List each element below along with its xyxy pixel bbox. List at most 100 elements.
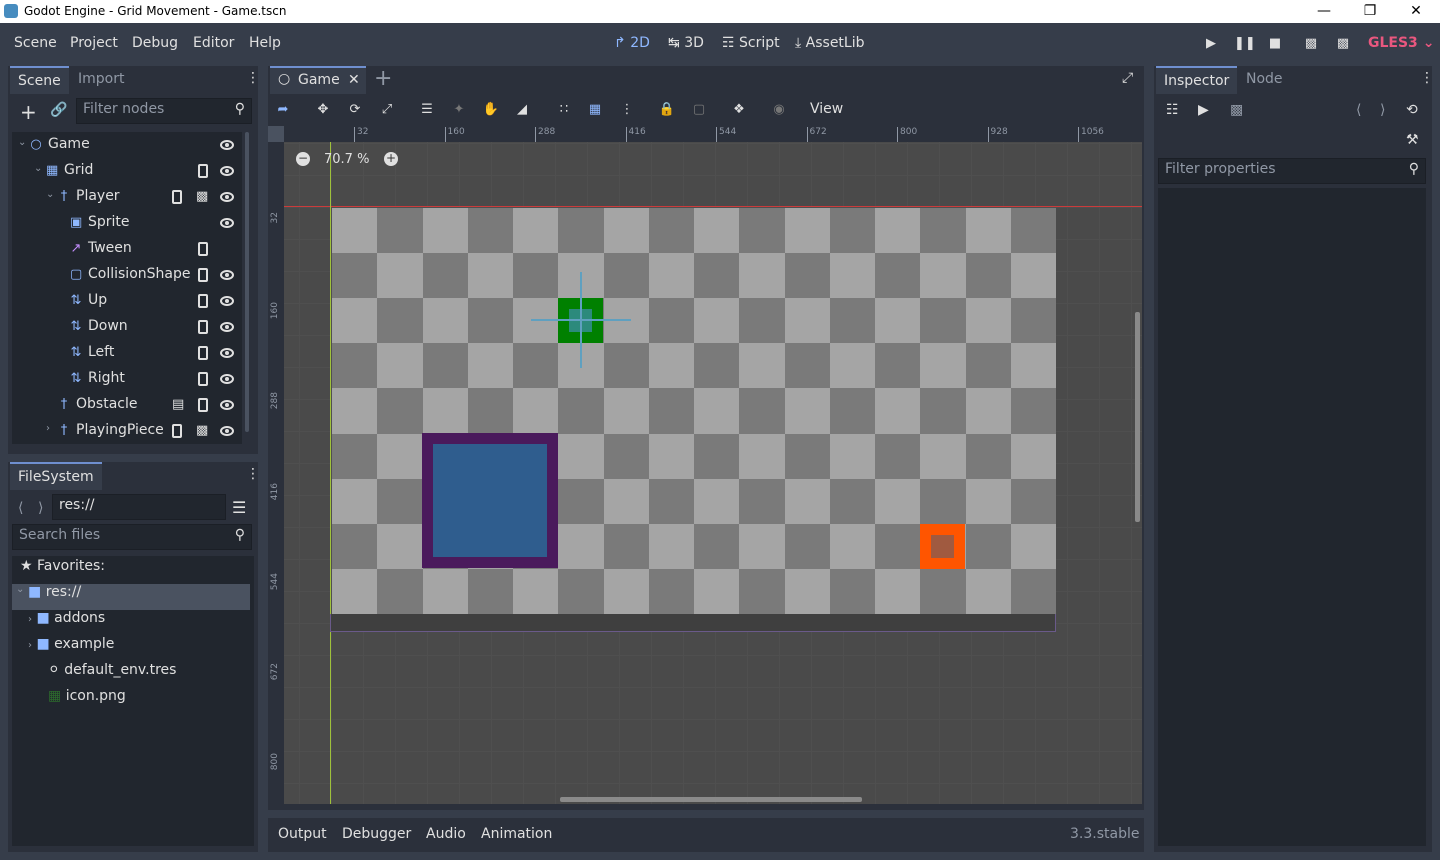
zoom-reset-button[interactable]: 70.7 % [324,152,369,167]
tree-node-left[interactable]: ⇅ Left [12,340,242,366]
back-icon[interactable]: ⟨ [1356,102,1361,118]
zoom-out-button[interactable]: − [296,152,310,166]
group-icon[interactable]: ▩ [196,190,208,204]
list-item[interactable]: ▦ icon.png [48,688,126,714]
script-icon[interactable] [198,164,208,178]
play-scene-button[interactable]: ▩ [1302,36,1320,54]
view-menu[interactable]: View [810,101,843,117]
scene-tree-scrollbar[interactable] [245,132,249,432]
pan-tool-icon[interactable]: ✋ [481,101,501,119]
visibility-eye-icon[interactable] [220,192,234,202]
tools-icon[interactable]: ⚒ [1406,132,1419,148]
canvas-viewport[interactable]: − 70.7 % + [284,142,1142,804]
minimize-button[interactable]: — [1301,0,1347,23]
renderer-selector[interactable]: GLES3 ⌄ [1368,35,1434,51]
list-select-icon[interactable]: ☰ [417,101,437,119]
ruler-tool-icon[interactable]: ◢ [512,101,532,119]
visibility-eye-icon[interactable] [220,374,234,384]
chevron-down-icon[interactable]: ⌄ [46,189,54,200]
tree-node-right[interactable]: ⇅ Right [12,366,242,392]
tab-inspector[interactable]: Inspector [1156,66,1238,94]
snap-options-icon[interactable]: ⋮ [617,101,637,119]
visibility-eye-icon[interactable] [220,166,234,176]
new-scene-tab-button[interactable]: + [374,66,392,91]
play-button[interactable]: ▶ [1202,36,1220,54]
search-files-input[interactable]: Search files ⚲ [12,524,252,550]
open-folder-icon[interactable]: ▶ [1198,102,1209,118]
tree-node-game[interactable]: ⌄ ○ Game [12,132,242,158]
split-view-icon[interactable]: ☰ [232,498,246,517]
grid-snap-icon[interactable]: ▦ [585,101,605,119]
dock-menu-icon[interactable]: ⋮ [1420,70,1434,86]
forward-icon[interactable]: ⟩ [38,500,43,516]
tab-output[interactable]: Output [278,826,327,842]
forward-icon[interactable]: ⟩ [1380,102,1385,118]
menu-project[interactable]: Project [70,35,118,51]
visibility-eye-icon[interactable] [220,400,234,410]
script-icon[interactable] [198,398,208,412]
back-icon[interactable]: ⟨ [18,500,23,516]
chevron-down-icon[interactable]: ⌄ [18,137,26,148]
workspace-3d-button[interactable]: ↹ 3D [668,35,704,51]
close-icon[interactable]: ✕ [348,72,360,88]
pause-button[interactable]: ❚❚ [1234,36,1256,54]
favorites-item[interactable]: ★ Favorites: [20,558,105,584]
workspace-assetlib-button[interactable]: ⤓ AssetLib [795,35,865,51]
skeleton-icon[interactable]: ❖ [729,101,749,119]
camera-icon[interactable]: ◉ [769,101,789,119]
group-icon[interactable]: ▢ [689,101,709,119]
tab-filesystem[interactable]: FileSystem [10,462,102,490]
rotate-tool-icon[interactable]: ⟳ [345,101,365,119]
lock-icon[interactable]: 🔒 [657,101,677,119]
list-item[interactable]: › ■ example [28,636,114,662]
tree-node-tween[interactable]: ↗ Tween [12,236,242,262]
add-node-button[interactable]: + [20,100,37,124]
menu-scene[interactable]: Scene [14,35,57,51]
filter-nodes-input[interactable]: Filter nodes ⚲ [76,98,252,124]
dock-menu-icon[interactable]: ⋮ [246,466,260,482]
playingpiece-sprite[interactable] [920,524,965,569]
chevron-right-icon[interactable]: › [46,423,50,434]
select-tool-icon[interactable]: ➦ [273,101,293,119]
script-icon[interactable] [198,320,208,334]
smart-snap-icon[interactable]: ∷ [554,101,574,119]
tab-debugger[interactable]: Debugger [342,826,411,842]
script-icon[interactable] [198,268,208,282]
tree-node-obstacle[interactable]: † Obstacle ▤ [12,392,242,418]
script-icon[interactable] [198,372,208,386]
menu-debug[interactable]: Debug [132,35,178,51]
script-icon[interactable] [172,424,182,438]
new-resource-icon[interactable]: ☷ [1166,102,1179,118]
list-item[interactable]: › ■ addons [28,610,105,636]
tree-node-grid[interactable]: ⌄ ▦ Grid [12,158,242,184]
move-tool-icon[interactable]: ✥ [313,101,333,119]
horizontal-scrollbar[interactable] [560,797,862,802]
workspace-script-button[interactable]: ☶ Script [722,35,780,51]
pivot-tool-icon[interactable]: ✦ [449,101,469,119]
visibility-eye-icon[interactable] [220,348,234,358]
script-icon[interactable] [172,190,182,204]
history-icon[interactable]: ⟲ [1406,102,1418,118]
tree-node-up[interactable]: ⇅ Up [12,288,242,314]
visibility-eye-icon[interactable] [220,426,234,436]
tab-scene[interactable]: Scene [10,66,69,94]
tree-node-sprite[interactable]: ▣ Sprite [12,210,242,236]
tree-node-playingpiece[interactable]: › † PlayingPiece ▩ [12,418,242,444]
tab-game[interactable]: ○ Game ✕ [270,66,366,94]
tab-animation[interactable]: Animation [481,826,552,842]
tree-node-down[interactable]: ⇅ Down [12,314,242,340]
script-icon[interactable] [198,242,208,256]
visibility-eye-icon[interactable] [220,270,234,280]
visibility-eye-icon[interactable] [220,140,234,150]
scale-tool-icon[interactable]: ⤢ [377,101,397,119]
chevron-down-icon[interactable]: ⌄ [34,163,42,174]
save-icon[interactable]: ▩ [1230,102,1243,118]
vertical-scrollbar[interactable] [1135,312,1140,522]
script-icon[interactable] [198,346,208,360]
instance-scene-button[interactable]: 🔗 [50,102,67,118]
stop-button[interactable]: ■ [1266,36,1284,54]
list-item[interactable]: ⚪ default_env.tres [48,662,176,688]
menu-editor[interactable]: Editor [193,35,234,51]
maximize-button[interactable]: ❐ [1347,0,1393,23]
visibility-eye-icon[interactable] [220,322,234,332]
